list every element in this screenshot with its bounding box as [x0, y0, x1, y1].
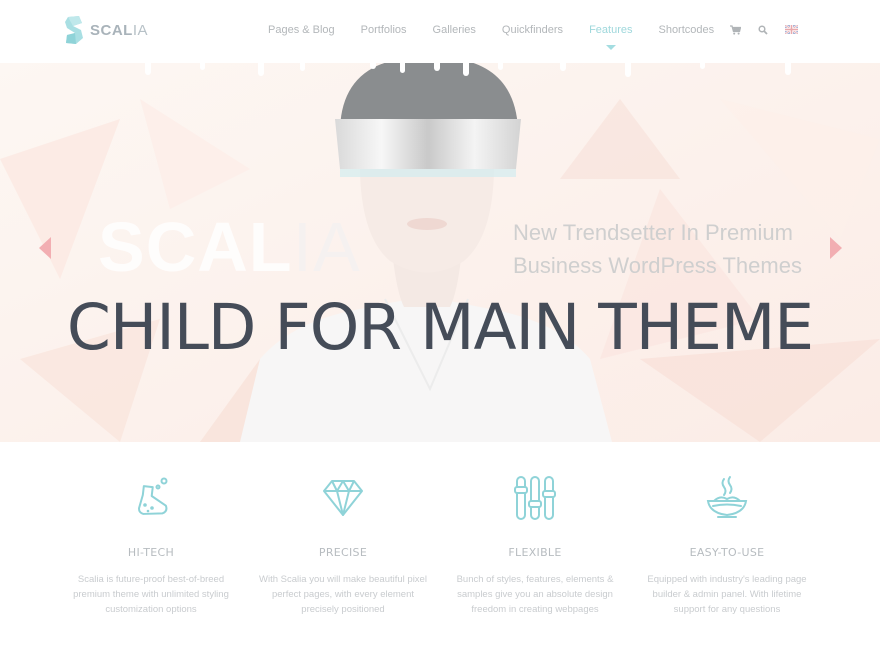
feature-title: PRECISE	[318, 546, 368, 559]
uk-flag-icon[interactable]	[785, 25, 798, 34]
feature-hi-tech: HI-TECH Scalia is future-proof best-of-b…	[55, 470, 247, 640]
arrow-left-icon[interactable]	[39, 237, 51, 259]
main-nav: Pages & Blog Portfolios Galleries Quickf…	[255, 0, 727, 59]
hero-headline: CHILD FOR MAIN THEME	[66, 291, 814, 364]
hero-tagline-line1: New Trendsetter In Premium	[513, 220, 793, 245]
top-drips-decoration	[0, 59, 880, 77]
feature-precise: PRECISE With Scalia you will make beauti…	[247, 470, 439, 640]
site-header: SCALIA Pages & Blog Portfolios Galleries…	[0, 0, 880, 59]
cart-icon[interactable]	[730, 24, 741, 35]
feature-description: Scalia is future-proof best-of-breed pre…	[73, 574, 229, 615]
nav-item-features-label: Features	[589, 23, 633, 36]
nav-icons	[730, 0, 815, 59]
diamond-icon	[315, 470, 371, 526]
sliders-icon	[507, 470, 563, 526]
nav-item-galleries[interactable]: Galleries	[433, 24, 476, 36]
feature-flexible: FLEXIBLE Bunch of styles, features, elem…	[439, 470, 631, 640]
feature-description: Bunch of styles, features, elements & sa…	[456, 574, 614, 615]
logo-mark-icon	[65, 16, 83, 44]
arrow-right-icon[interactable]	[830, 237, 842, 259]
hero-tagline-line2: Business WordPress Themes	[513, 253, 802, 278]
features-row: HI-TECH Scalia is future-proof best-of-b…	[55, 470, 825, 640]
feature-title: EASY-TO-USE	[689, 546, 765, 559]
site-logo[interactable]: SCALIA	[64, 15, 148, 45]
active-caret-icon	[605, 44, 616, 50]
hero-tagline: New Trendsetter In Premium Business Word…	[513, 216, 833, 282]
feature-description: With Scalia you will make beautiful pixe…	[259, 574, 427, 615]
noodle-bowl-icon	[699, 470, 755, 526]
flask-icon	[123, 470, 179, 526]
feature-title: FLEXIBLE	[508, 546, 562, 559]
nav-item-portfolios[interactable]: Portfolios	[361, 24, 407, 36]
feature-description: Equipped with industry's leading page bu…	[647, 574, 807, 615]
nav-item-pages-blog[interactable]: Pages & Blog	[268, 24, 335, 36]
feature-title: HI-TECH	[127, 546, 175, 559]
hero-brand-light: IA	[292, 208, 361, 286]
logo-text: SCALIA	[90, 22, 148, 39]
logo-text-bold: SCAL	[90, 21, 133, 39]
hero-slider: SCALIA New Trendsetter In Premium Busine…	[0, 59, 880, 442]
page: SCALIA Pages & Blog Portfolios Galleries…	[0, 0, 880, 659]
nav-item-quickfinders[interactable]: Quickfinders	[502, 24, 563, 36]
hero-brand-word: SCALIA	[98, 207, 361, 287]
logo-text-light: IA	[132, 21, 149, 39]
hero-brand-bold: SCAL	[98, 208, 293, 286]
nav-item-shortcodes[interactable]: Shortcodes	[658, 24, 714, 36]
nav-item-features[interactable]: Features	[589, 23, 633, 50]
feature-easy-to-use: EASY-TO-USE Equipped with industry's lea…	[631, 470, 823, 640]
search-icon[interactable]	[758, 24, 768, 35]
